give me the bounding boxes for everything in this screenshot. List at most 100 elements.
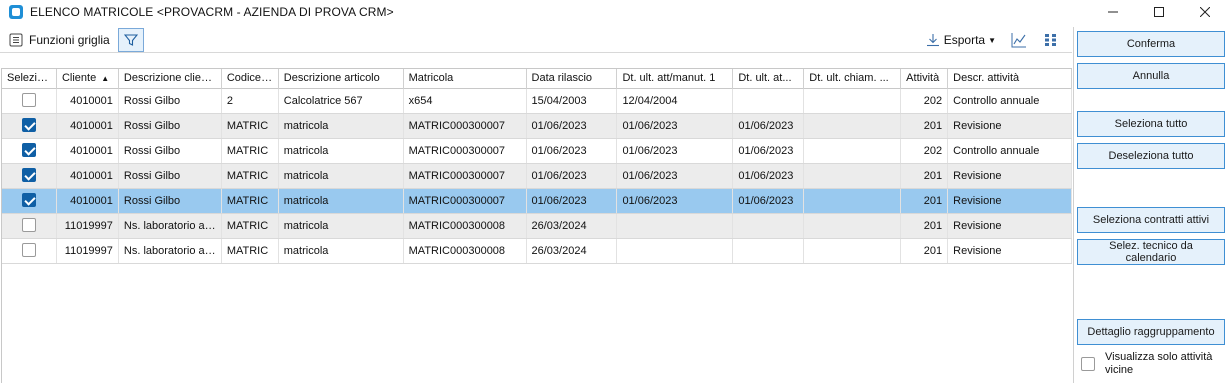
table-row[interactable]: 4010001 Rossi Gilbo MATRIC matricola MATRIC0… (2, 189, 1073, 214)
cell-matricola: MATRIC000300007 (404, 139, 527, 163)
cell-dt-ult-att-manut: 12/04/2004 (617, 89, 734, 113)
grid-body: 4010001 Rossi Gilbo 2 Calcolatrice 567 x654 1… (2, 89, 1073, 264)
cell-descrizione-articolo: matricola (279, 214, 404, 238)
cell-attivita: 201 (901, 214, 949, 238)
cell-dt-ult-att: 01/06/2023 (733, 164, 805, 188)
cell-cliente: 4010001 (57, 164, 119, 188)
col-header-dt-ult-chiam[interactable]: Dt. ult. chiam. ... (804, 69, 902, 89)
col-header-descr-attivita[interactable]: Descr. attività (948, 69, 1073, 89)
window-title: ELENCO MATRICOLE <PROVACRM - AZIENDA DI … (30, 5, 394, 19)
cell-data-rilascio: 01/06/2023 (527, 139, 618, 163)
cell-descr-attivita: Revisione (948, 189, 1073, 213)
seleziona-tutto-button[interactable]: Seleziona tutto (1077, 111, 1225, 137)
cell-dt-ult-chiam (804, 164, 902, 188)
esporta-button[interactable]: Esporta ▼ (926, 33, 996, 47)
cell-dt-ult-chiam (804, 114, 902, 138)
cell-dt-ult-att (733, 239, 805, 263)
layout-button[interactable] (1040, 29, 1062, 51)
cell-seleziona (2, 214, 57, 238)
minimize-icon[interactable] (1090, 0, 1136, 24)
cell-descr-attivita: Revisione (948, 114, 1073, 138)
table-row[interactable]: 4010001 Rossi Gilbo 2 Calcolatrice 567 x654 1… (2, 89, 1073, 114)
close-icon[interactable] (1182, 0, 1228, 24)
cell-cliente: 4010001 (57, 89, 119, 113)
filter-toggle-button[interactable] (117, 27, 144, 52)
cell-descrizione-cliente: Rossi Gilbo (119, 114, 222, 138)
cell-dt-ult-chiam (804, 139, 902, 163)
cell-dt-ult-att-manut: 01/06/2023 (617, 164, 734, 188)
cell-attivita: 202 (901, 89, 949, 113)
col-header-codice[interactable]: Codice ... (222, 69, 279, 89)
cell-attivita: 201 (901, 239, 949, 263)
title-bar: ELENCO MATRICOLE <PROVACRM - AZIENDA DI … (0, 0, 1228, 24)
grid-functions-icon (9, 33, 23, 46)
funzioni-griglia-button[interactable]: Funzioni griglia (0, 28, 116, 52)
cell-codice: MATRIC (222, 139, 279, 163)
cell-data-rilascio: 01/06/2023 (527, 114, 618, 138)
toolbar-right: Esporta ▼ (926, 27, 1072, 53)
cell-seleziona (2, 164, 57, 188)
deseleziona-tutto-button[interactable]: Deseleziona tutto (1077, 143, 1225, 169)
cell-seleziona (2, 139, 57, 163)
cell-descrizione-articolo: matricola (279, 239, 404, 263)
cell-descrizione-articolo: Calcolatrice 567 (279, 89, 404, 113)
row-select-checkbox[interactable] (21, 93, 36, 108)
cell-descrizione-articolo: matricola (279, 189, 404, 213)
row-select-checkbox[interactable] (21, 143, 36, 158)
col-header-data-rilascio[interactable]: Data rilascio (527, 69, 618, 89)
row-select-checkbox[interactable] (21, 193, 36, 208)
cell-matricola: MATRIC000300007 (404, 189, 527, 213)
cell-dt-ult-att: 01/06/2023 (733, 189, 805, 213)
cell-cliente: 4010001 (57, 189, 119, 213)
cell-data-rilascio: 15/04/2003 (527, 89, 618, 113)
table-row[interactable]: 11019997 Ns. laboratorio as... MATRIC matri… (2, 239, 1073, 264)
cell-dt-ult-chiam (804, 214, 902, 238)
row-select-checkbox[interactable] (21, 243, 36, 258)
table-row[interactable]: 4010001 Rossi Gilbo MATRIC matricola MATRIC0… (2, 164, 1073, 189)
cell-seleziona (2, 89, 57, 113)
col-header-descrizione-articolo[interactable]: Descrizione articolo (279, 69, 404, 89)
col-header-seleziona[interactable]: Seleziona (2, 69, 57, 89)
cell-attivita: 201 (901, 164, 949, 188)
visualizza-vicine-label: Visualizza solo attività vicine (1105, 351, 1213, 376)
table-row[interactable]: 4010001 Rossi Gilbo MATRIC matricola MATRIC0… (2, 114, 1073, 139)
chart-button[interactable] (1008, 29, 1030, 51)
col-header-attivita[interactable]: Attività (901, 69, 949, 89)
row-select-checkbox[interactable] (21, 168, 36, 183)
cell-seleziona (2, 239, 57, 263)
selez-tecnico-calendario-button[interactable]: Selez. tecnico da calendario (1077, 239, 1225, 265)
cell-descrizione-cliente: Ns. laboratorio as... (119, 239, 222, 263)
cell-codice: MATRIC (222, 114, 279, 138)
visualizza-vicine-option[interactable]: Visualizza solo attività vicine (1081, 351, 1225, 377)
row-select-checkbox[interactable] (21, 218, 36, 233)
dettaglio-raggruppamento-button[interactable]: Dettaglio raggruppamento (1077, 319, 1225, 345)
visualizza-vicine-checkbox[interactable] (1081, 357, 1095, 371)
col-header-descrizione-cliente[interactable]: Descrizione cliente (119, 69, 222, 89)
cell-matricola: MATRIC000300008 (404, 214, 527, 238)
cell-dt-ult-att-manut: 01/06/2023 (617, 189, 734, 213)
matricole-grid: Seleziona Cliente ▲ Descrizione cliente C… (1, 68, 1073, 383)
conferma-button[interactable]: Conferma (1077, 31, 1225, 57)
maximize-icon[interactable] (1136, 0, 1182, 24)
cell-codice: MATRIC (222, 239, 279, 263)
seleziona-contratti-attivi-button[interactable]: Seleziona contratti attivi (1077, 207, 1225, 233)
col-header-matricola[interactable]: Matricola (404, 69, 527, 89)
cell-descrizione-cliente: Ns. laboratorio as... (119, 214, 222, 238)
table-row[interactable]: 11019997 Ns. laboratorio as... MATRIC matri… (2, 214, 1073, 239)
col-header-cliente[interactable]: Cliente ▲ (57, 69, 119, 89)
annulla-button[interactable]: Annulla (1077, 63, 1225, 89)
esporta-label: Esporta (943, 33, 986, 47)
col-header-cliente-label: Cliente (61, 72, 97, 84)
col-header-dt-ult-att-manut[interactable]: Dt. ult. att/manut. 1 (617, 69, 734, 89)
table-row[interactable]: 4010001 Rossi Gilbo MATRIC matricola MATRIC0… (2, 139, 1073, 164)
col-header-dt-ult-att[interactable]: Dt. ult. at... (733, 69, 805, 89)
cell-seleziona (2, 189, 57, 213)
cell-cliente: 11019997 (57, 239, 119, 263)
cell-data-rilascio: 01/06/2023 (527, 189, 618, 213)
cell-descr-attivita: Revisione (948, 164, 1073, 188)
sort-ascending-icon: ▲ (101, 74, 110, 83)
cell-dt-ult-att: 01/06/2023 (733, 114, 805, 138)
cell-cliente: 11019997 (57, 214, 119, 238)
row-select-checkbox[interactable] (21, 118, 36, 133)
grid-toolbar: Funzioni griglia Esporta ▼ (0, 27, 1072, 53)
